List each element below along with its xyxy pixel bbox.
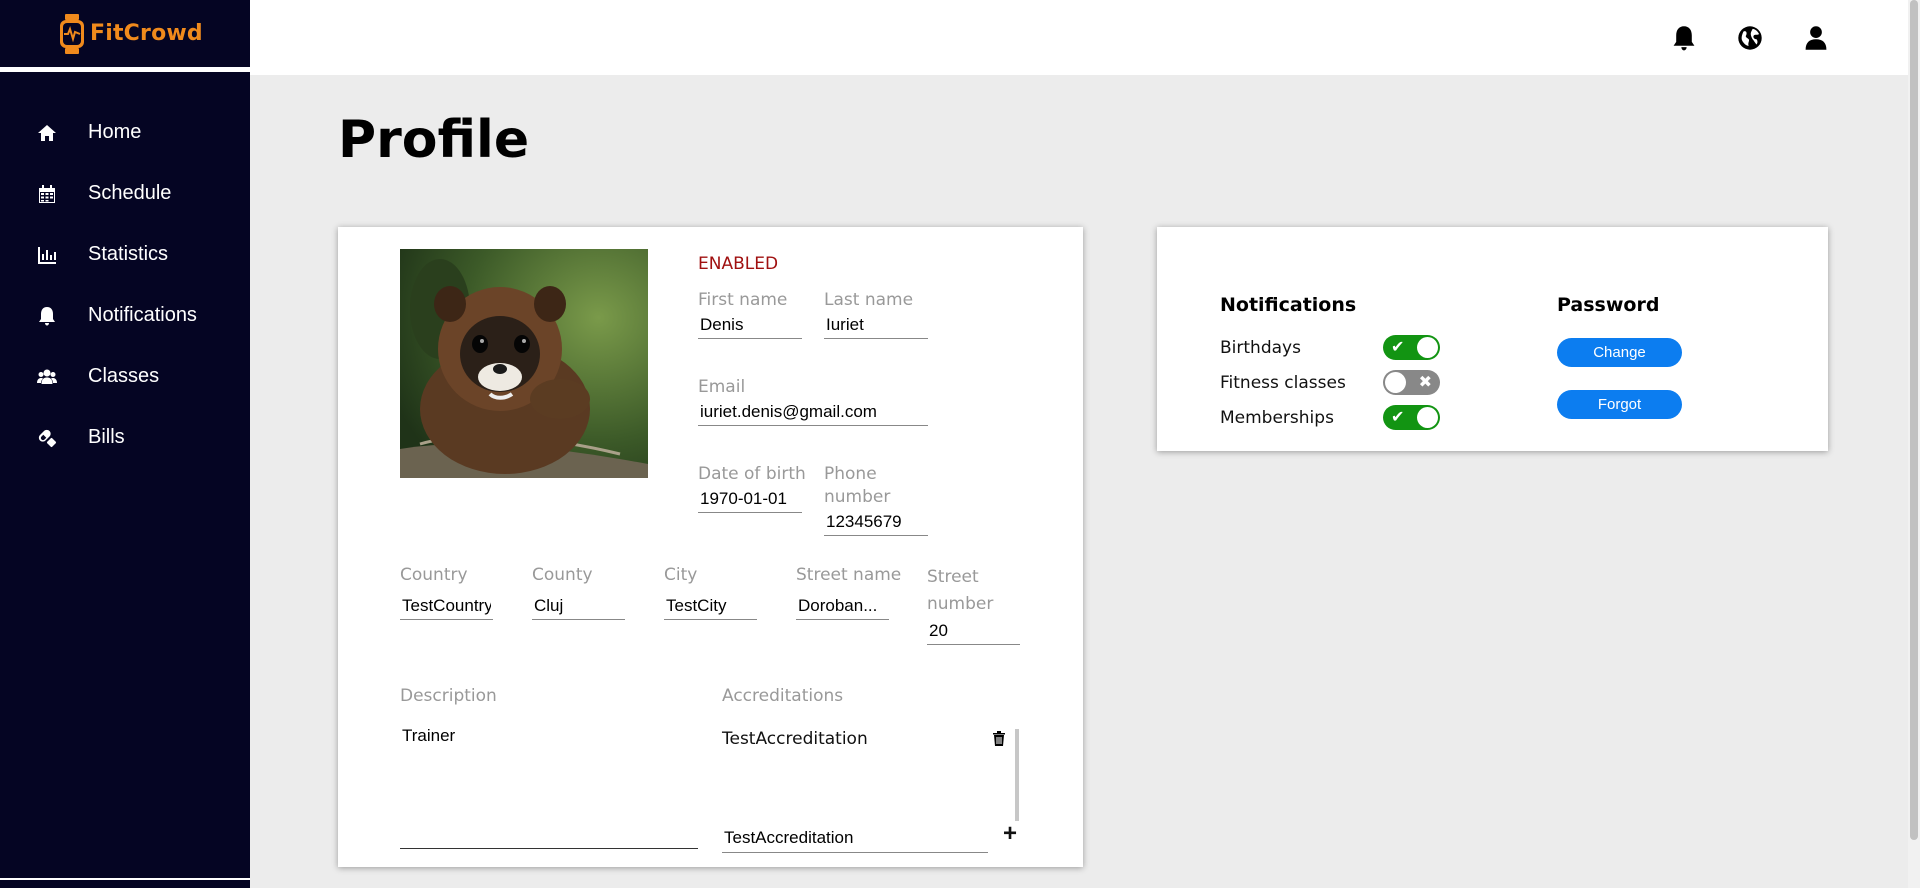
county-field: County [532, 564, 625, 620]
home-icon [36, 122, 58, 144]
add-accreditation-button[interactable]: + [1003, 822, 1023, 846]
sidebar-footer-divider [0, 878, 250, 888]
fitness-classes-toggle[interactable]: ✖ [1383, 370, 1440, 395]
sidebar-item-notifications[interactable]: Notifications [0, 285, 250, 346]
topbar [250, 0, 1920, 75]
accreditations-label-wrap: Accreditations [722, 685, 843, 708]
toggle-knob [1385, 372, 1406, 393]
pill-icon [36, 427, 58, 449]
account-status: ENABLED [698, 254, 779, 274]
page-title: Profile [338, 110, 530, 170]
sidebar-item-label: Home [88, 121, 142, 143]
globe-icon[interactable] [1736, 24, 1764, 52]
phone-number-field: Phone number [824, 463, 934, 536]
logo[interactable]: FitCrowd [0, 0, 250, 72]
profile-photo[interactable] [400, 249, 648, 478]
check-icon: ✔ [1391, 339, 1405, 356]
county-input[interactable] [532, 593, 625, 620]
sidebar-item-label: Classes [88, 365, 160, 387]
field-label: Street number [927, 567, 994, 614]
toggle-knob [1417, 337, 1438, 358]
date-of-birth-field: Date of birth [698, 463, 806, 513]
bell-icon [36, 305, 58, 327]
list-item: TestAccreditation [722, 729, 1012, 749]
field-label: City [664, 565, 698, 585]
sidebar-item-schedule[interactable]: Schedule [0, 163, 250, 224]
email-field: Email [698, 376, 928, 426]
sidebar-nav: Home Schedule Statistics Notifications C… [0, 102, 250, 468]
field-label: Phone number [824, 464, 891, 507]
sidebar-item-label: Statistics [88, 243, 169, 265]
sidebar-item-label: Bills [88, 426, 125, 448]
users-icon [36, 366, 58, 388]
settings-card: Notifications Birthdays ✔ Fitness classe… [1157, 227, 1828, 451]
phone-number-input[interactable] [824, 509, 928, 536]
country-field: Country [400, 564, 493, 620]
smartwatch-icon [60, 13, 84, 54]
accreditations-scrollbar[interactable] [1015, 729, 1019, 821]
field-label: Description [400, 686, 497, 706]
ferret-photo-image [400, 249, 648, 478]
email-input[interactable] [698, 399, 928, 426]
sidebar-item-label: Notifications [88, 304, 197, 326]
notification-row-birthdays: Birthdays ✔ [1220, 335, 1440, 360]
field-label: County [532, 565, 593, 585]
forgot-password-button[interactable]: Forgot [1557, 390, 1682, 419]
street-name-input[interactable] [796, 593, 889, 620]
sidebar-item-statistics[interactable]: Statistics [0, 224, 250, 285]
last-name-field: Last name [824, 289, 928, 339]
app-name: FitCrowd [90, 21, 203, 46]
sidebar-item-bills[interactable]: Bills [0, 407, 250, 468]
field-label: First name [698, 290, 788, 310]
trash-icon[interactable] [992, 730, 1008, 748]
close-icon: ✖ [1418, 374, 1432, 391]
notification-label: Memberships [1220, 407, 1334, 428]
description-textarea[interactable] [400, 722, 698, 849]
password-section-title: Password [1557, 294, 1660, 316]
bar-chart-icon [36, 244, 58, 266]
notifications-section-title: Notifications [1220, 294, 1357, 316]
accreditations-list: TestAccreditation [722, 729, 1012, 819]
country-input[interactable] [400, 593, 493, 620]
notification-label: Fitness classes [1220, 372, 1346, 393]
sidebar-item-home[interactable]: Home [0, 102, 250, 163]
city-input[interactable] [664, 593, 757, 620]
page-scrollbar[interactable] [1908, 0, 1920, 888]
change-password-button[interactable]: Change [1557, 338, 1682, 367]
notification-row-fitness-classes: Fitness classes ✖ [1220, 370, 1440, 395]
check-icon: ✔ [1391, 409, 1405, 426]
street-name-field: Street name [796, 564, 901, 620]
user-icon[interactable] [1802, 24, 1830, 52]
street-number-field: Street number [927, 564, 1023, 645]
topbar-actions [1670, 24, 1830, 52]
calendar-icon [36, 183, 58, 205]
sidebar-item-classes[interactable]: Classes [0, 346, 250, 407]
notification-row-memberships: Memberships ✔ [1220, 405, 1440, 430]
first-name-field: First name [698, 289, 802, 339]
field-label: Country [400, 565, 468, 585]
sidebar-item-label: Schedule [88, 182, 172, 204]
field-label: Email [698, 377, 746, 397]
first-name-input[interactable] [698, 312, 802, 339]
street-number-input[interactable] [927, 618, 1020, 645]
bell-icon[interactable] [1670, 24, 1698, 52]
field-label: Last name [824, 290, 914, 310]
description-label-wrap: Description [400, 685, 497, 708]
toggle-knob [1417, 407, 1438, 428]
page-scrollbar-thumb[interactable] [1910, 0, 1918, 840]
field-label: Date of birth [698, 464, 806, 484]
date-of-birth-input[interactable] [698, 486, 802, 513]
memberships-toggle[interactable]: ✔ [1383, 405, 1440, 430]
field-label: Street name [796, 565, 902, 585]
field-label: Accreditations [722, 686, 844, 706]
new-accreditation-input[interactable] [722, 824, 988, 853]
sidebar: FitCrowd Home Schedule Statistics Notifi… [0, 0, 250, 888]
birthdays-toggle[interactable]: ✔ [1383, 335, 1440, 360]
last-name-input[interactable] [824, 312, 928, 339]
profile-card: ENABLED First name Last name Email Date … [338, 227, 1083, 867]
accreditation-name: TestAccreditation [722, 729, 868, 749]
notification-label: Birthdays [1220, 337, 1301, 358]
city-field: City [664, 564, 757, 620]
